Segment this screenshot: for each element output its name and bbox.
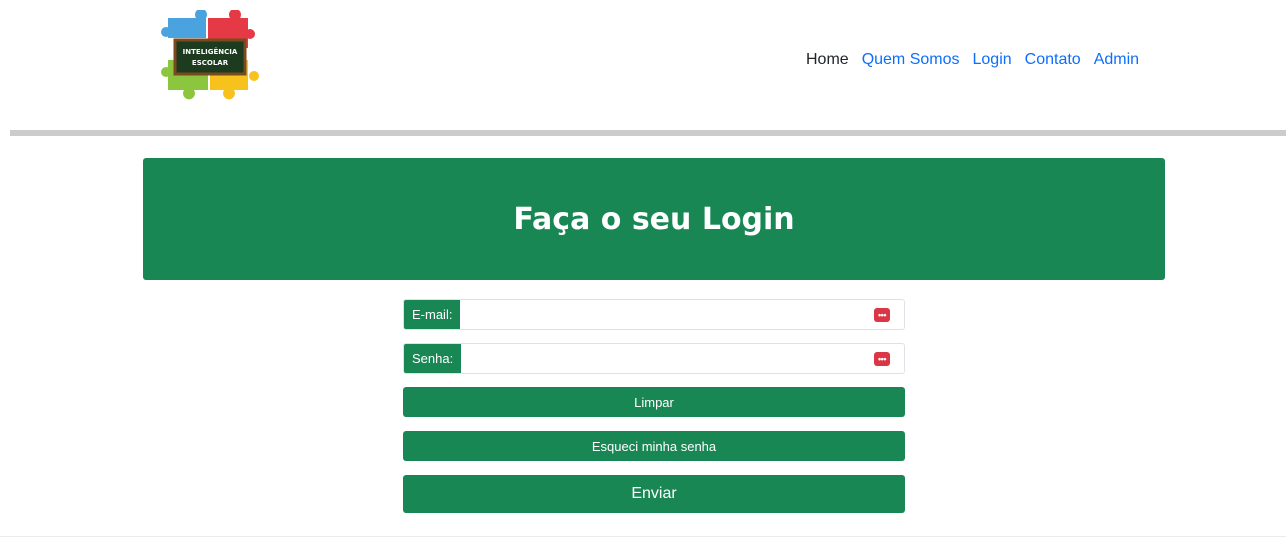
forgot-password-button[interactable]: Esqueci minha senha — [403, 431, 905, 461]
logo-text-line2: ESCOLAR — [192, 59, 229, 67]
nav-contato[interactable]: Contato — [1025, 50, 1081, 70]
footer-divider — [0, 536, 1286, 537]
nav-admin[interactable]: Admin — [1094, 50, 1139, 70]
login-banner: Faça o seu Login — [143, 158, 1165, 280]
header-divider — [10, 130, 1286, 136]
email-input-group: E-mail: ••• — [403, 299, 905, 330]
email-field[interactable] — [460, 300, 904, 329]
password-field[interactable] — [461, 344, 904, 373]
login-form: E-mail: ••• Senha: ••• Limpar Esqueci mi… — [403, 299, 905, 513]
site-logo[interactable]: INTELIGÊNCIA ESCOLAR — [160, 8, 260, 108]
email-label: E-mail: — [404, 300, 461, 329]
puzzle-logo-icon: INTELIGÊNCIA ESCOLAR — [161, 8, 259, 100]
password-manager-icon[interactable]: ••• — [874, 352, 890, 366]
logo-text-line1: INTELIGÊNCIA — [183, 47, 238, 56]
page-title: Faça o seu Login — [513, 201, 795, 237]
clear-button[interactable]: Limpar — [403, 387, 905, 417]
submit-button[interactable]: Enviar — [403, 475, 905, 513]
password-label: Senha: — [404, 344, 462, 373]
nav-home[interactable]: Home — [806, 50, 849, 70]
password-field-wrapper: ••• — [461, 344, 904, 373]
nav-login[interactable]: Login — [973, 50, 1012, 70]
password-manager-icon[interactable]: ••• — [874, 308, 890, 322]
nav-quem-somos[interactable]: Quem Somos — [862, 50, 960, 70]
password-input-group: Senha: ••• — [403, 343, 905, 374]
email-field-wrapper: ••• — [460, 300, 904, 329]
main-nav: Home Quem Somos Login Contato Admin — [806, 50, 1152, 70]
